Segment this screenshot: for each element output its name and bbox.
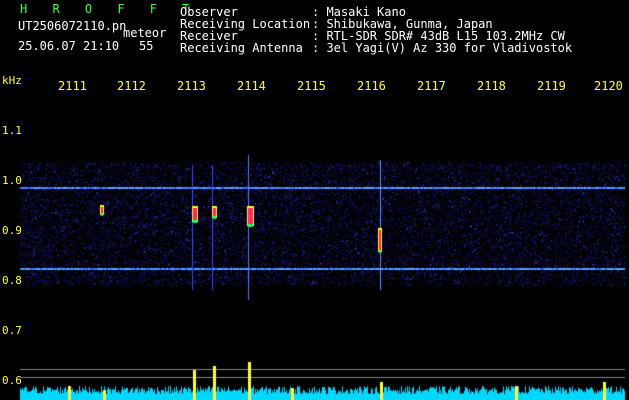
x-tick-label: 2111	[58, 79, 87, 93]
x-tick-label: 2115	[297, 79, 326, 93]
datetime-label: 25.06.07 21:10	[18, 39, 120, 53]
x-tick-label: 2117	[417, 79, 446, 93]
filename-label: UT2506072110.pn	[18, 19, 127, 33]
y-tick-label: 0.7	[2, 324, 22, 337]
y-tick-label: 0.9	[2, 224, 22, 237]
antenna-label: Receiving Antenna	[180, 41, 303, 55]
x-tick-label: 2112	[117, 79, 146, 93]
x-tick-label: 2116	[357, 79, 386, 93]
count-label: 55	[139, 39, 154, 53]
antenna-value: : 3el Yagi(V) Az 330 for Vladivostok	[312, 41, 573, 55]
meteor-label: meteor	[123, 26, 167, 40]
unit-label: kHz	[2, 74, 22, 87]
x-tick-label: 2120	[594, 79, 623, 93]
x-tick-label: 2118	[477, 79, 506, 93]
y-tick-label: 1.1	[2, 124, 22, 137]
spectrogram-canvas	[0, 0, 629, 400]
y-tick-label: 0.8	[2, 274, 22, 287]
x-tick-label: 2119	[537, 79, 566, 93]
y-tick-label: 0.6	[2, 374, 22, 387]
y-tick-label: 1.0	[2, 174, 22, 187]
x-tick-label: 2113	[177, 79, 206, 93]
app-title: H R O F F T	[20, 2, 199, 16]
x-tick-label: 2114	[237, 79, 266, 93]
